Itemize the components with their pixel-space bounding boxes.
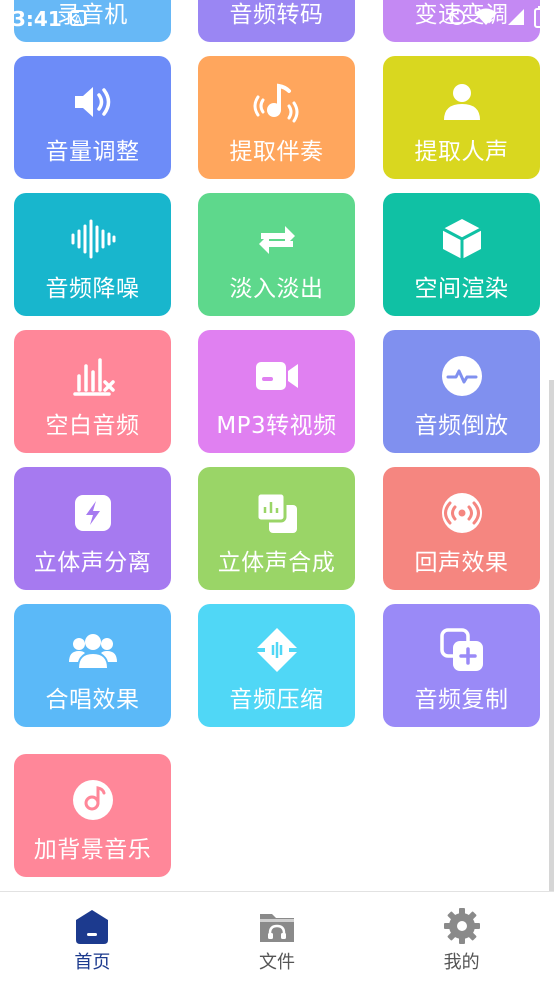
tile-label: 立体声合成 bbox=[217, 550, 336, 576]
signal-icon bbox=[508, 9, 524, 25]
music-note-icon bbox=[251, 76, 303, 128]
cube-icon bbox=[436, 213, 488, 265]
video-camera-icon bbox=[251, 350, 303, 402]
status-icons bbox=[448, 6, 548, 28]
stacked-squares-icon bbox=[251, 487, 303, 539]
tile-label: 合唱效果 bbox=[45, 687, 140, 713]
waveform-icon bbox=[67, 213, 119, 265]
nav-label: 文件 bbox=[259, 952, 295, 973]
tile-label: MP3转视频 bbox=[216, 413, 337, 439]
tile-fade[interactable]: 淡入淡出 bbox=[198, 193, 355, 316]
tile-stereo-merge[interactable]: 立体声合成 bbox=[198, 467, 355, 590]
speaker-icon bbox=[67, 76, 119, 128]
status-bar: 3:41 A bbox=[0, 0, 554, 36]
tile-label: 提取伴奏 bbox=[229, 139, 324, 165]
tile-label: 音量调整 bbox=[45, 139, 140, 165]
bottom-nav: 首页 文件 我的 bbox=[0, 891, 554, 985]
tile-volume[interactable]: 音量调整 bbox=[14, 56, 171, 179]
tile-label: 提取人声 bbox=[414, 139, 509, 165]
tile-label: 立体声分离 bbox=[33, 550, 152, 576]
folder-headphones-icon bbox=[257, 906, 297, 946]
tile-reverse[interactable]: 音频倒放 bbox=[383, 330, 540, 453]
tile-copy[interactable]: 音频复制 bbox=[383, 604, 540, 727]
wifi-icon bbox=[475, 8, 497, 25]
tile-label: 淡入淡出 bbox=[229, 276, 324, 302]
tile-mp3-to-video[interactable]: MP3转视频 bbox=[198, 330, 355, 453]
scrollbar[interactable] bbox=[549, 380, 554, 892]
tile-label: 空白音频 bbox=[45, 413, 140, 439]
copy-plus-icon bbox=[436, 624, 488, 676]
nav-label: 首页 bbox=[74, 952, 111, 973]
lightning-icon bbox=[67, 487, 119, 539]
tile-echo[interactable]: 回声效果 bbox=[383, 467, 540, 590]
person-icon bbox=[436, 76, 488, 128]
tile-label: 空间渲染 bbox=[414, 276, 509, 302]
pulse-circle-icon bbox=[436, 350, 488, 402]
nav-label: 我的 bbox=[443, 952, 480, 973]
notification-a-icon: A bbox=[70, 10, 86, 27]
tile-spatial-render[interactable]: 空间渲染 bbox=[383, 193, 540, 316]
music-disc-icon bbox=[67, 774, 119, 826]
battery-icon bbox=[534, 6, 548, 28]
broadcast-icon bbox=[436, 487, 488, 539]
tile-extract-accompaniment[interactable]: 提取伴奏 bbox=[198, 56, 355, 179]
tile-label: 回声效果 bbox=[414, 550, 509, 576]
nav-files[interactable]: 文件 bbox=[185, 892, 370, 985]
tile-chorus[interactable]: 合唱效果 bbox=[14, 604, 171, 727]
tile-extract-vocals[interactable]: 提取人声 bbox=[383, 56, 540, 179]
bars-x-icon bbox=[67, 350, 119, 402]
status-time: 3:41 bbox=[12, 7, 62, 31]
nav-mine[interactable]: 我的 bbox=[369, 892, 554, 985]
swap-arrows-icon bbox=[251, 213, 303, 265]
tile-background-music[interactable]: 加背景音乐 bbox=[14, 754, 171, 877]
tile-stereo-split[interactable]: 立体声分离 bbox=[14, 467, 171, 590]
tile-label: 音频压缩 bbox=[229, 687, 324, 713]
tile-denoise[interactable]: 音频降噪 bbox=[14, 193, 171, 316]
tile-blank-audio[interactable]: 空白音频 bbox=[14, 330, 171, 453]
tile-label: 音频复制 bbox=[414, 687, 509, 713]
nav-home[interactable]: 首页 bbox=[0, 892, 185, 985]
tile-label: 音频降噪 bbox=[45, 276, 140, 302]
group-icon bbox=[67, 624, 119, 676]
gear-icon bbox=[442, 906, 482, 946]
tile-label: 加背景音乐 bbox=[33, 837, 152, 863]
home-icon bbox=[72, 906, 112, 946]
circle-status-icon bbox=[449, 9, 465, 25]
tile-label: 音频倒放 bbox=[414, 413, 509, 439]
tile-compress[interactable]: 音频压缩 bbox=[198, 604, 355, 727]
compress-icon bbox=[251, 624, 303, 676]
